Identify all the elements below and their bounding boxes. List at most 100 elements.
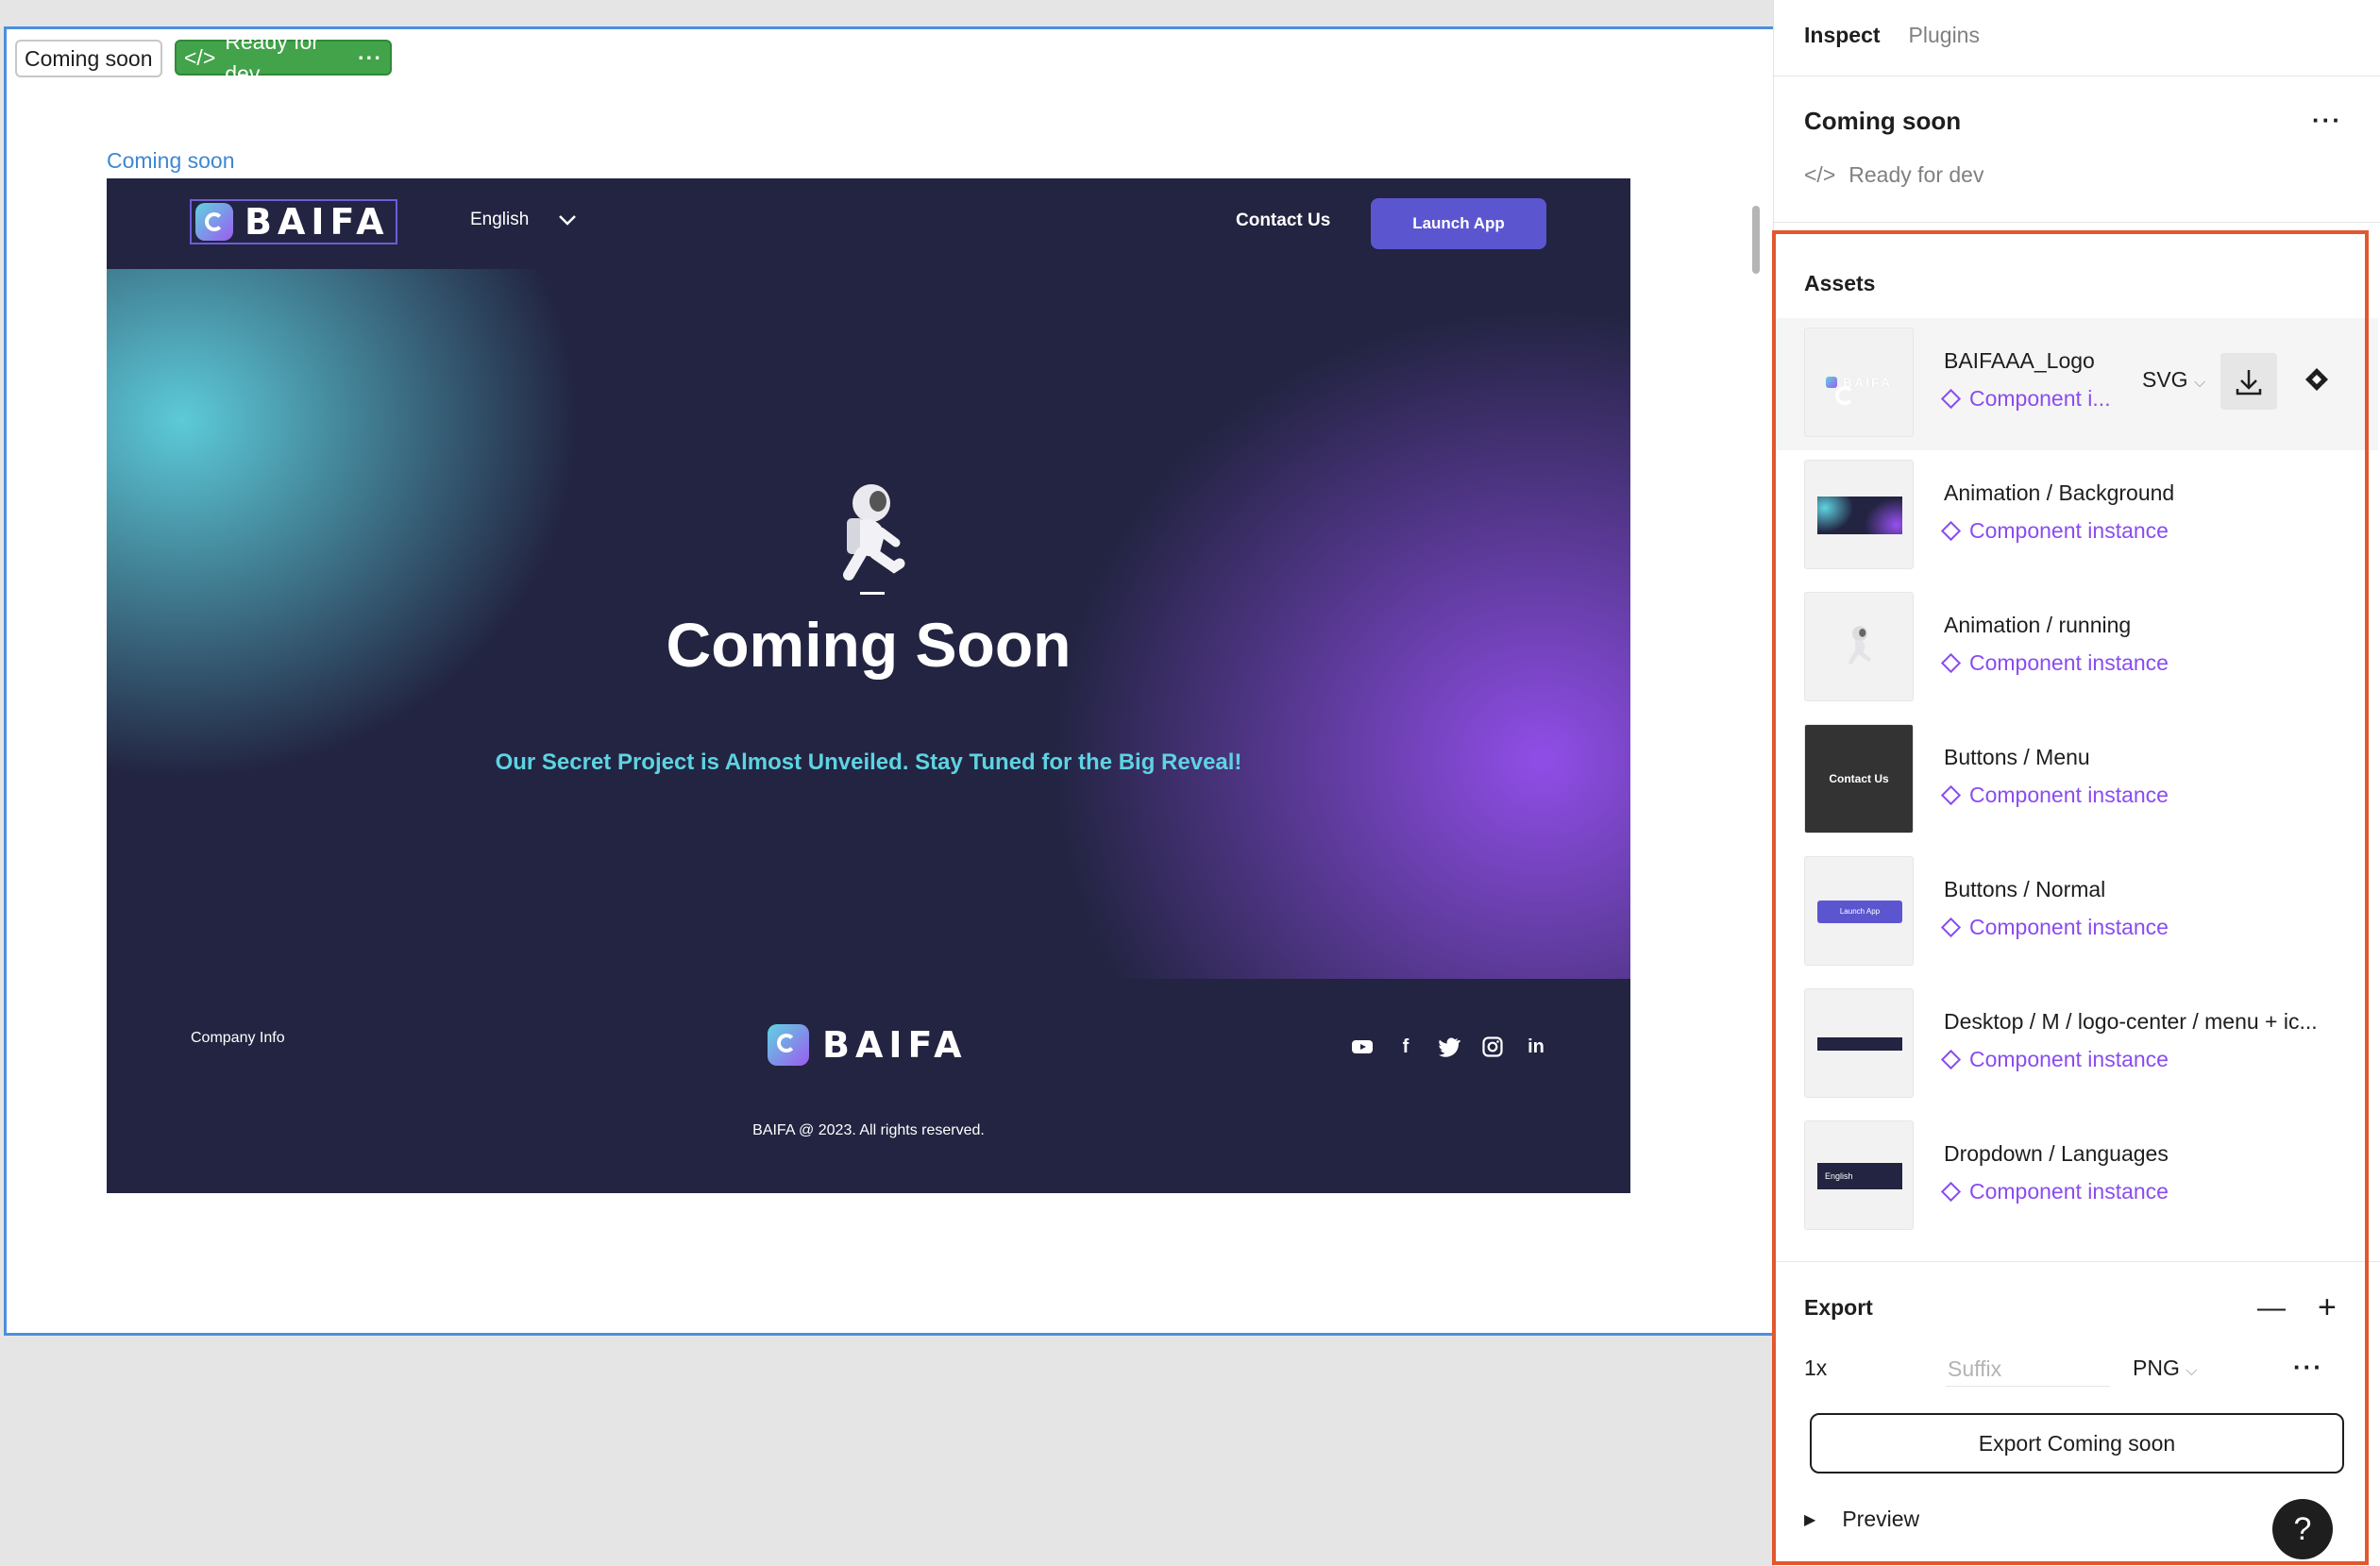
- component-diamond-icon: [1940, 917, 1962, 938]
- chevron-down-icon: ⌵: [2193, 375, 2206, 391]
- asset-format-select[interactable]: SVG ⌵: [2142, 367, 2205, 393]
- asset-row[interactable]: Animation / Background Component instanc…: [1774, 450, 2378, 582]
- more-options-icon[interactable]: ···: [2312, 106, 2342, 135]
- coming-soon-frame[interactable]: BAIFA English Contact Us Launch App Comi…: [107, 178, 1630, 1193]
- asset-name: Desktop / M / logo-center / menu + ic...: [1944, 1009, 2318, 1034]
- asset-row[interactable]: English Dropdown / Languages Component i…: [1774, 1111, 2378, 1243]
- export-more-icon[interactable]: ···: [2293, 1353, 2323, 1382]
- tab-inspect[interactable]: Inspect: [1804, 23, 1881, 48]
- logo-wordmark: BAIFA: [822, 1024, 968, 1066]
- asset-row[interactable]: Desktop / M / logo-center / menu + ic...…: [1774, 979, 2378, 1111]
- download-button[interactable]: [2220, 353, 2277, 410]
- divider: [1774, 1261, 2380, 1262]
- asset-name: Animation / running: [1944, 613, 2132, 637]
- select-layer-icon[interactable]: [2303, 365, 2331, 394]
- asset-kind-label: Component instance: [1969, 915, 2169, 939]
- asset-row[interactable]: Animation / running Component instance: [1774, 582, 2378, 715]
- logo-wordmark: BAIFA: [245, 201, 390, 243]
- asset-thumbnail: English: [1804, 1120, 1914, 1230]
- site-logo[interactable]: BAIFA: [190, 199, 397, 244]
- chevron-down-icon: [559, 215, 577, 226]
- baifa-logo-icon: [768, 1024, 809, 1066]
- asset-thumbnail: [1804, 592, 1914, 701]
- thumbnail-dropdown: English: [1817, 1163, 1902, 1189]
- language-dropdown[interactable]: English: [470, 210, 578, 230]
- remove-export-icon[interactable]: —: [2257, 1292, 2286, 1324]
- ready-for-dev-chip[interactable]: </> Ready for dev ···: [175, 29, 392, 86]
- asset-row[interactable]: Launch App Buttons / Normal Component in…: [1774, 847, 2378, 979]
- baifa-logo-icon: [195, 203, 233, 241]
- more-icon[interactable]: ···: [358, 42, 382, 74]
- asset-name: Animation / Background: [1944, 480, 2175, 505]
- selection-status[interactable]: </> Ready for dev: [1804, 162, 1983, 188]
- inspect-panel: Inspect Plugins Coming soon ··· </> Read…: [1773, 0, 2380, 1566]
- export-scale-select[interactable]: 1x: [1804, 1356, 1827, 1381]
- asset-row[interactable]: BAIFA BAIFAAA_Logo Component i... SVG ⌵: [1774, 318, 2378, 450]
- frame-title-label[interactable]: Coming soon: [107, 148, 235, 174]
- launch-app-button[interactable]: Launch App: [1371, 198, 1546, 249]
- instagram-icon[interactable]: [1481, 1036, 1504, 1058]
- export-heading: Export: [1804, 1295, 1873, 1320]
- format-label: SVG: [2142, 367, 2188, 392]
- export-format-select[interactable]: PNG ⌵: [2133, 1356, 2197, 1381]
- thumbnail-label: Contact Us: [1829, 772, 1889, 785]
- component-diamond-icon: [1940, 388, 1962, 410]
- add-export-icon[interactable]: +: [2318, 1289, 2337, 1326]
- footer-logo: BAIFA: [768, 1024, 968, 1066]
- language-label: English: [470, 210, 530, 229]
- asset-thumbnail: [1804, 988, 1914, 1098]
- chevron-down-icon: ⌵: [2186, 1363, 2198, 1379]
- company-info-link[interactable]: Company Info: [191, 1030, 285, 1047]
- asset-kind-label: Component i...: [1969, 386, 2111, 411]
- download-icon: [2236, 370, 2262, 396]
- astronaut-running-icon: [843, 484, 905, 595]
- twitter-icon[interactable]: [1438, 1036, 1460, 1058]
- design-canvas[interactable]: Coming soon </> Ready for dev ··· Coming…: [0, 0, 1773, 1566]
- asset-kind: Component instance: [1940, 1047, 2169, 1072]
- site-footer: Company Info BAIFA f in BAIFA @ 2023. Al…: [107, 979, 1630, 1193]
- asset-name: Buttons / Menu: [1944, 745, 2090, 769]
- export-button[interactable]: Export Coming soon: [1810, 1413, 2344, 1473]
- asset-thumbnail: Launch App: [1804, 856, 1914, 966]
- youtube-icon[interactable]: [1351, 1036, 1374, 1058]
- asset-kind-label: Component instance: [1969, 518, 2169, 543]
- hero-section: Coming Soon Our Secret Project is Almost…: [107, 269, 1630, 979]
- asset-kind: Component instance: [1940, 1179, 2169, 1204]
- asset-thumbnail: Contact Us: [1804, 724, 1914, 834]
- asset-kind: Component instance: [1940, 915, 2169, 940]
- asset-kind: Component instance: [1940, 783, 2169, 808]
- asset-thumbnail: [1804, 460, 1914, 569]
- asset-kind-label: Component instance: [1969, 1047, 2169, 1071]
- selection-title: Coming soon: [1804, 107, 1962, 135]
- asset-kind-label: Component instance: [1969, 650, 2169, 675]
- asset-kind: Component instance: [1940, 650, 2169, 676]
- component-diamond-icon: [1940, 784, 1962, 806]
- asset-name: Dropdown / Languages: [1944, 1141, 2169, 1166]
- asset-thumbnail: BAIFA: [1804, 328, 1914, 437]
- astronaut-running-icon: [1848, 626, 1871, 665]
- background-preview: [1817, 497, 1902, 534]
- asset-kind-label: Component instance: [1969, 783, 2169, 807]
- baifa-logo-icon: [1826, 377, 1854, 405]
- preview-toggle[interactable]: ▶ Preview: [1804, 1507, 1919, 1532]
- canvas-scrollbar[interactable]: [1752, 206, 1760, 274]
- frame-name-chip[interactable]: Coming soon: [15, 40, 162, 77]
- hero-title: Coming Soon: [666, 610, 1072, 680]
- contact-us-link[interactable]: Contact Us: [1236, 210, 1330, 231]
- tab-plugins[interactable]: Plugins: [1909, 23, 1980, 48]
- asset-kind: Component instance: [1940, 518, 2169, 544]
- help-button[interactable]: ?: [2272, 1499, 2333, 1559]
- facebook-icon[interactable]: f: [1394, 1036, 1417, 1058]
- copyright-text: BAIFA @ 2023. All rights reserved.: [752, 1122, 985, 1138]
- format-label: PNG: [2133, 1356, 2180, 1380]
- social-links: f in: [1351, 1036, 1547, 1058]
- divider: [1774, 222, 2380, 223]
- asset-row[interactable]: Contact Us Buttons / Menu Component inst…: [1774, 715, 2378, 847]
- export-suffix-input[interactable]: [1946, 1352, 2110, 1387]
- asset-kind: Component i...: [1940, 386, 2111, 412]
- linkedin-icon[interactable]: in: [1525, 1036, 1547, 1058]
- component-diamond-icon: [1940, 652, 1962, 674]
- code-icon: </>: [1804, 162, 1836, 187]
- status-label: Ready for dev: [1848, 162, 1984, 187]
- ready-for-dev-label: Ready for dev: [225, 29, 319, 86]
